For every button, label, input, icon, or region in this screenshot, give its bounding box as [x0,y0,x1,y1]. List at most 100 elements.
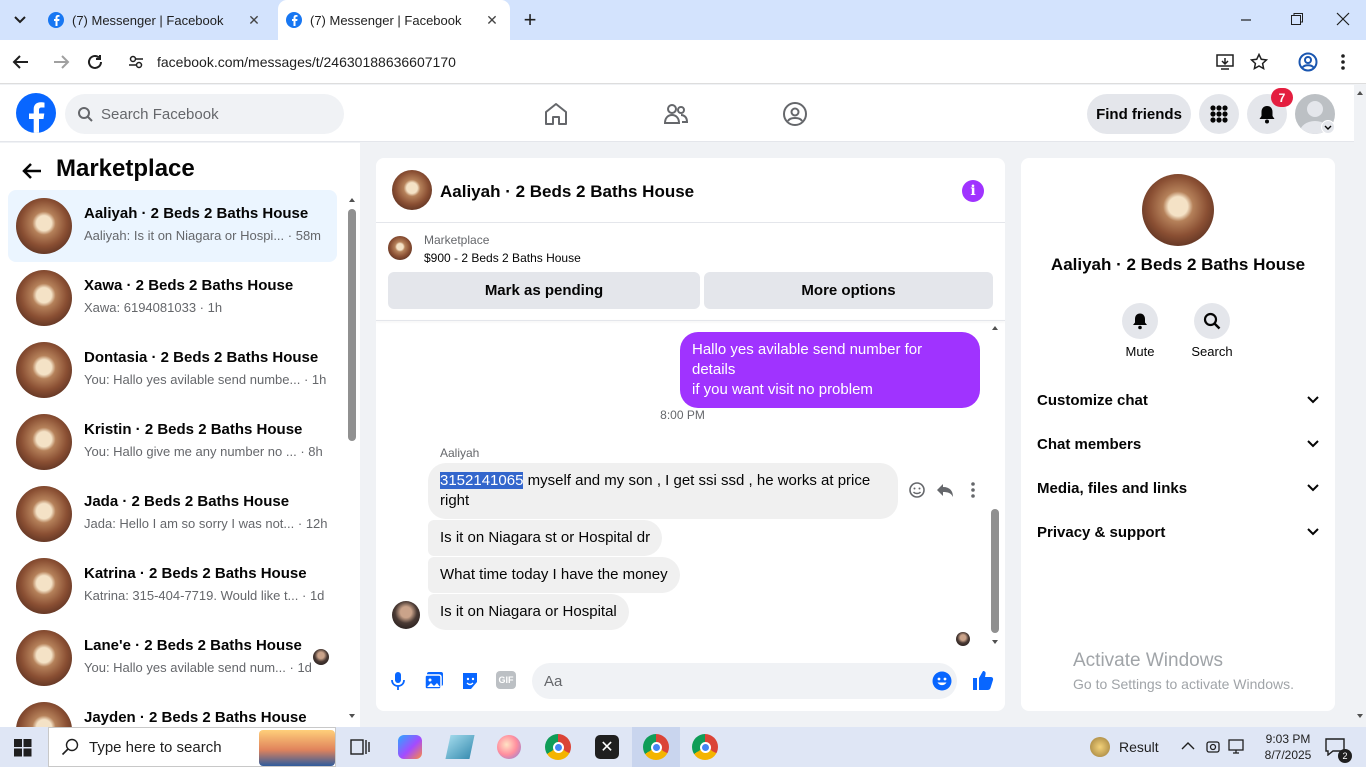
search-label: Search [1191,344,1233,359]
site-settings-icon[interactable] [128,54,144,70]
forward-arrow-icon[interactable] [52,53,70,71]
reload-icon[interactable] [86,53,104,71]
conversation-item[interactable]: Dontasia · 2 Beds 2 Baths House You: Hall… [8,334,337,406]
chat-avatar[interactable] [392,170,432,210]
privacy-support-row[interactable]: Privacy & support [1037,512,1319,552]
divider [376,320,1005,321]
microphone-icon[interactable] [390,671,406,691]
more-actions-icon[interactable] [970,481,976,499]
groups-icon[interactable] [782,101,808,127]
incoming-message-2[interactable]: Is it on Niagara st or Hospital dr [428,520,663,556]
tray-chevron-up-icon[interactable] [1181,741,1195,751]
new-tab-icon[interactable]: + [520,9,540,31]
profile-name[interactable]: Aaliyah · 2 Beds 2 Baths House [1021,255,1335,275]
facebook-logo[interactable] [16,93,56,133]
listing-price[interactable]: $900 - 2 Beds 2 Baths House [424,251,581,265]
url-text[interactable]: facebook.com/messages/t/2463018863660717… [157,54,456,70]
conversation-item[interactable]: Aaliyah · 2 Beds 2 Baths House Aaliyah: I… [8,190,337,262]
reply-icon[interactable] [936,481,954,499]
conversation-preview: Xawa: 6194081033 · 1h [84,300,223,315]
browser-tab-bar: (7) Messenger | Facebook ✕ (7) Messenger… [0,0,1366,40]
chat-info-panel: Aaliyah · 2 Beds 2 Baths House Mute Sear… [1021,158,1335,711]
install-app-icon[interactable] [1216,53,1234,71]
chrome-icon[interactable] [545,734,571,760]
browser-tab-2-active[interactable]: (7) Messenger | Facebook ✕ [278,0,510,40]
network-icon[interactable] [1228,739,1246,755]
conversation-preview: Aaliyah: Is it on Niagara or Hospi... · … [84,228,322,243]
mute-button[interactable] [1122,303,1158,339]
chat-title[interactable]: Aaliyah · 2 Beds 2 Baths House [440,182,694,202]
profile-icon[interactable] [1298,52,1318,72]
customize-chat-row[interactable]: Customize chat [1037,380,1319,420]
task-view-icon[interactable] [350,739,370,755]
tab-search-dropdown-icon[interactable] [8,8,32,32]
photo-icon[interactable] [424,671,444,691]
conversation-item[interactable]: Lane'e · 2 Beds 2 Baths House You: Hallo … [8,622,337,694]
minimize-icon[interactable] [1240,12,1260,28]
media-files-links-row[interactable]: Media, files and links [1037,468,1319,508]
highlighted-number[interactable]: 3152141065 [440,472,524,489]
browser-tab-1[interactable]: (7) Messenger | Facebook ✕ [40,0,272,40]
search-conversation-button[interactable] [1194,303,1230,339]
home-icon[interactable] [543,101,569,127]
facebook-search[interactable]: Search Facebook [65,94,344,134]
chrome-profile-icon[interactable] [643,734,669,760]
close-window-icon[interactable] [1336,12,1352,28]
outgoing-message[interactable]: Hallo yes avilable send number for detai… [680,332,980,408]
chat-scrollbar[interactable] [989,323,1001,649]
activate-windows-title: Activate Windows [1073,650,1223,671]
profile-avatar[interactable] [1142,174,1214,246]
app-paint-icon[interactable] [497,735,521,759]
taskbar-search[interactable]: Type here to search [48,727,336,767]
account-chevron-icon[interactable] [1321,120,1335,134]
conversation-item[interactable]: Katrina · 2 Beds 2 Baths House Katrina: 3… [8,550,337,622]
mark-as-pending-button[interactable]: Mark as pending [388,272,700,309]
conversation-item[interactable]: Kristin · 2 Beds 2 Baths House You: Hallo… [8,406,337,478]
menu-grid-button[interactable] [1199,94,1239,134]
browser-menu-icon[interactable] [1340,52,1346,72]
chevron-down-icon [1307,528,1319,536]
sticker-icon[interactable] [460,671,480,691]
restore-icon[interactable] [1290,12,1306,28]
close-tab-icon[interactable]: ✕ [484,12,500,28]
chrome-profile-2-icon[interactable] [692,734,718,760]
browser-toolbar: facebook.com/messages/t/2463018863660717… [0,40,1366,84]
page-scrollbar[interactable] [1354,88,1366,727]
sidebar-scrollbar[interactable] [347,195,357,727]
sender-avatar[interactable] [392,601,420,629]
chat-members-row[interactable]: Chat members [1037,424,1319,464]
address-bar[interactable]: facebook.com/messages/t/2463018863660717… [120,46,1292,78]
weather-result-icon[interactable] [1090,737,1110,757]
listing-thumbnail[interactable] [388,236,412,260]
incoming-message-1[interactable]: 3152141065 myself and my son , I get ssi… [428,463,898,519]
info-icon[interactable]: i [962,180,984,202]
activate-windows-subtitle: Go to Settings to activate Windows. [1073,676,1294,692]
find-friends-button[interactable]: Find friends [1087,94,1191,134]
windows-start-icon[interactable] [14,739,32,757]
back-arrow-icon[interactable] [12,53,30,71]
gif-icon[interactable]: GIF [496,671,516,689]
react-emoji-icon[interactable] [908,481,926,499]
clock[interactable]: 9:03 PM 8/7/2025 [1258,731,1318,763]
conversation-name: Katrina · 2 Beds 2 Baths House [84,565,307,582]
result-label[interactable]: Result [1119,739,1159,755]
capcut-icon[interactable]: ✕ [595,735,619,759]
camera-tray-icon[interactable] [1205,739,1221,755]
conversation-item[interactable]: Xawa · 2 Beds 2 Baths House Xawa: 6194081… [8,262,337,334]
bookmark-star-icon[interactable] [1250,53,1268,71]
more-options-button[interactable]: More options [704,272,993,309]
emoji-icon[interactable] [932,671,952,691]
incoming-message-3[interactable]: What time today I have the money [428,557,680,593]
copilot-icon[interactable] [398,735,422,759]
conversation-item[interactable]: Jada · 2 Beds 2 Baths House Jada: Hello I… [8,478,337,550]
taskbar-search-placeholder: Type here to search [89,738,222,756]
close-tab-icon[interactable]: ✕ [246,12,262,28]
message-input[interactable]: Aa [532,663,957,699]
conversation-avatar [16,198,72,254]
friends-icon[interactable] [663,101,689,127]
app-notes-icon[interactable] [445,735,475,759]
clock-date: 8/7/2025 [1264,748,1312,762]
thumbs-up-icon[interactable] [972,669,994,691]
back-arrow-icon[interactable] [22,162,42,180]
incoming-message-4[interactable]: Is it on Niagara or Hospital [428,594,629,630]
